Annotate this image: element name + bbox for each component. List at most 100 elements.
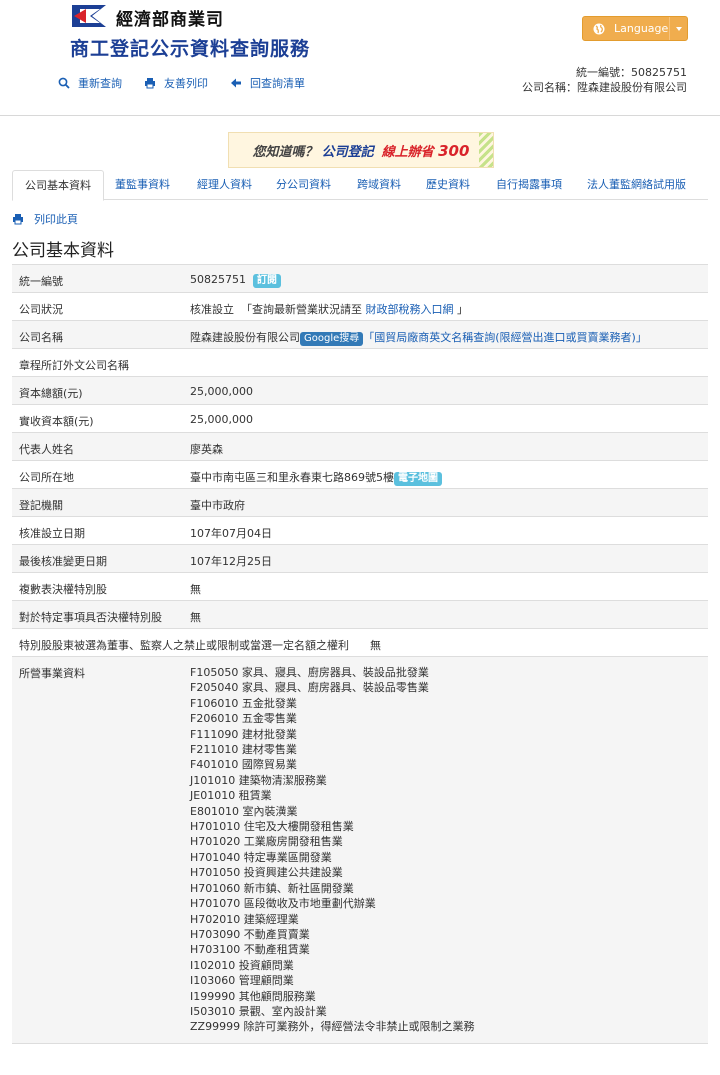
page-header: 經濟部商業司 商工登記公示資料查詢服務 重新查詢 友善列印 回查詢清單 Lang… (0, 0, 720, 115)
header-divider (0, 115, 720, 116)
company-info-table: 統一編號 50825751 訂閱 公司狀況 核准設立 「查詢最新營業狀況請至 財… (12, 264, 708, 1044)
row-value: 25,000,000 (190, 385, 253, 398)
corp-summary: 統一編號：50825751 公司名稱：陞森建設股份有限公司 (522, 65, 687, 95)
status-suffix: 」 (457, 303, 468, 316)
banner-stripe (479, 133, 493, 167)
row-label: 核准設立日期 (19, 527, 85, 540)
business-item: I103060 管理顧問業 (190, 974, 294, 988)
row-value: 25,000,000 (190, 413, 253, 426)
row-label: 公司名稱 (19, 331, 63, 344)
friendly-print-link[interactable]: 友善列印 (144, 75, 208, 91)
chevron-down-icon[interactable] (676, 27, 682, 31)
table-row: 公司所在地 臺中市南屯區三和里永春東七路869號5樓 電子地圖 (12, 461, 708, 489)
friendly-print-label: 友善列印 (164, 77, 208, 90)
business-item: F211010 建材零售業 (190, 743, 297, 757)
business-item: F111090 建材批發業 (190, 727, 297, 741)
business-item: ZZ99999 除許可業務外，得經營法令非禁止或限制之業務 (190, 1020, 475, 1034)
section-title: 公司基本資料 (12, 241, 114, 261)
banner-number: 300 (438, 141, 470, 160)
table-row: 代表人姓名 廖英森 (12, 433, 708, 461)
status-prefix: 「查詢最新營業狀況請至 (241, 303, 362, 316)
row-value: 核准設立 「查詢最新營業狀況請至 財政部稅務入口網 」 (190, 301, 468, 317)
business-item: I102010 投資顧問業 (190, 958, 294, 972)
tab-directors[interactable]: 董監事資料 (115, 170, 170, 200)
row-label: 公司狀況 (19, 303, 63, 316)
print-icon (145, 78, 155, 89)
table-row: 核准設立日期 107年07月04日 (12, 517, 708, 545)
table-row: 最後核准變更日期 107年12月25日 (12, 545, 708, 573)
row-value: 臺中市南屯區三和里永春東七路869號5樓 電子地圖 (190, 469, 442, 486)
row-label: 登記機關 (19, 499, 63, 512)
row-value: 107年07月04日 (190, 527, 272, 540)
table-row: 登記機關 臺中市政府 (12, 489, 708, 517)
table-row: 資本總額(元) 25,000,000 (12, 377, 708, 405)
business-item: F401010 國際貿易業 (190, 758, 297, 772)
business-item: I199990 其他顧問服務業 (190, 989, 316, 1003)
promo-banner[interactable]: 您知道嗎？ 公司登記 線上辦省 300 (228, 132, 494, 168)
moea-logo-icon (72, 5, 106, 27)
business-item: H701010 住宅及大樓開發租售業 (190, 820, 354, 834)
table-row: 實收資本額(元) 25,000,000 (12, 405, 708, 433)
back-to-list-link[interactable]: 回查詢清單 (230, 75, 305, 91)
banner-text-2: 公司登記 (321, 144, 374, 160)
tab-self-disclosure[interactable]: 自行揭露事項 (496, 170, 562, 200)
row-value: 107年12月25日 (190, 555, 272, 568)
org-name: 經濟部商業司 (116, 10, 224, 30)
print-page-link[interactable]: 列印此頁 (12, 211, 78, 227)
tab-history[interactable]: 歷史資料 (426, 170, 470, 200)
tab-managers[interactable]: 經理人資料 (197, 170, 252, 200)
tab-bar: 公司基本資料 董監事資料 經理人資料 分公司資料 跨域資料 歷史資料 自行揭露事… (12, 170, 708, 201)
bottom-divider (12, 1043, 708, 1044)
new-search-link[interactable]: 重新查詢 (58, 75, 122, 91)
row-value: 無 (190, 611, 201, 624)
row-value: 50825751 訂閱 (190, 273, 281, 288)
back-to-list-label: 回查詢清單 (250, 77, 305, 90)
business-item: F105050 家具、寢具、廚房器具、裝設品批發業 (190, 666, 429, 679)
banner-text-3: 線上辦省 300 (382, 141, 470, 160)
row-label: 對於特定事項具否決權特別股 (19, 611, 162, 624)
table-row: 所營事業資料 F105050 家具、寢具、廚房器具、裝設品批發業 F205040 … (12, 657, 708, 1044)
tab-network[interactable]: 法人董監網絡試用版 (587, 170, 686, 200)
google-search-badge[interactable]: Google搜尋 (300, 332, 364, 346)
row-value: 無 (370, 639, 381, 652)
table-row: 公司狀況 核准設立 「查詢最新營業狀況請至 財政部稅務入口網 」 (12, 293, 708, 321)
business-item: H701040 特定專業區開發業 (190, 850, 332, 864)
tab-basic-info[interactable]: 公司基本資料 (12, 170, 104, 201)
row-label: 公司所在地 (19, 471, 74, 484)
row-label: 特別股股東被選為董事、監察人之禁止或限制或當選一定名額之權利 (19, 639, 349, 652)
english-name-link[interactable]: 「國貿局廠商英文名稱查詢(限經營出進口或買賣業務者)」 (363, 331, 647, 344)
business-item: H701020 工業廠房開發租售業 (190, 835, 343, 849)
table-row: 公司名稱 陞森建設股份有限公司 Google搜尋 「國貿局廠商英文名稱查詢(限經營出… (12, 321, 708, 349)
language-button[interactable]: Language (582, 16, 688, 41)
tab-cross-domain[interactable]: 跨域資料 (357, 170, 401, 200)
banner-text-3a: 線上辦省 (381, 144, 434, 160)
business-item: F106010 五金批發業 (190, 696, 297, 710)
business-item: H703100 不動產租賃業 (190, 943, 310, 957)
row-label: 資本總額(元) (19, 387, 83, 400)
map-badge[interactable]: 電子地圖 (394, 472, 442, 486)
row-label: 所營事業資料 (19, 667, 85, 680)
row-label: 複數表決權特別股 (19, 583, 107, 596)
business-item: H703090 不動產買賣業 (190, 927, 310, 941)
table-row: 對於特定事項具否決權特別股 無 (12, 601, 708, 629)
business-items-list: F105050 家具、寢具、廚房器具、裝設品批發業 F205040 家具、寢具、廚… (190, 665, 475, 1035)
business-item: F205040 家具、寢具、廚房器具、裝設品零售業 (190, 681, 429, 695)
table-row: 特別股股東被選為董事、監察人之禁止或限制或當選一定名額之權利 無 (12, 629, 708, 657)
toolbar: 重新查詢 友善列印 回查詢清單 (58, 75, 305, 91)
tab-branches[interactable]: 分公司資料 (276, 170, 331, 200)
table-row: 統一編號 50825751 訂閱 (12, 265, 708, 293)
row-value: 陞森建設股份有限公司 Google搜尋 「國貿局廠商英文名稱查詢(限經營出進口或買賣… (190, 329, 647, 346)
tax-portal-link[interactable]: 財政部稅務入口網 (366, 303, 454, 316)
row-label: 章程所訂外文公司名稱 (19, 359, 129, 372)
status-value: 核准設立 (190, 303, 234, 316)
business-item: F206010 五金零售業 (190, 712, 297, 726)
row-label: 統一編號 (19, 275, 63, 288)
address-value: 臺中市南屯區三和里永春東七路869號5樓 (190, 471, 394, 484)
row-value: 無 (190, 583, 201, 596)
business-item: E801010 室內裝潢業 (190, 804, 298, 818)
business-item: JE01010 租賃業 (190, 789, 272, 803)
subscribe-badge[interactable]: 訂閱 (253, 274, 281, 288)
table-row: 複數表決權特別股 無 (12, 573, 708, 601)
row-label: 實收資本額(元) (19, 415, 94, 428)
row-value: 廖英森 (190, 443, 223, 456)
